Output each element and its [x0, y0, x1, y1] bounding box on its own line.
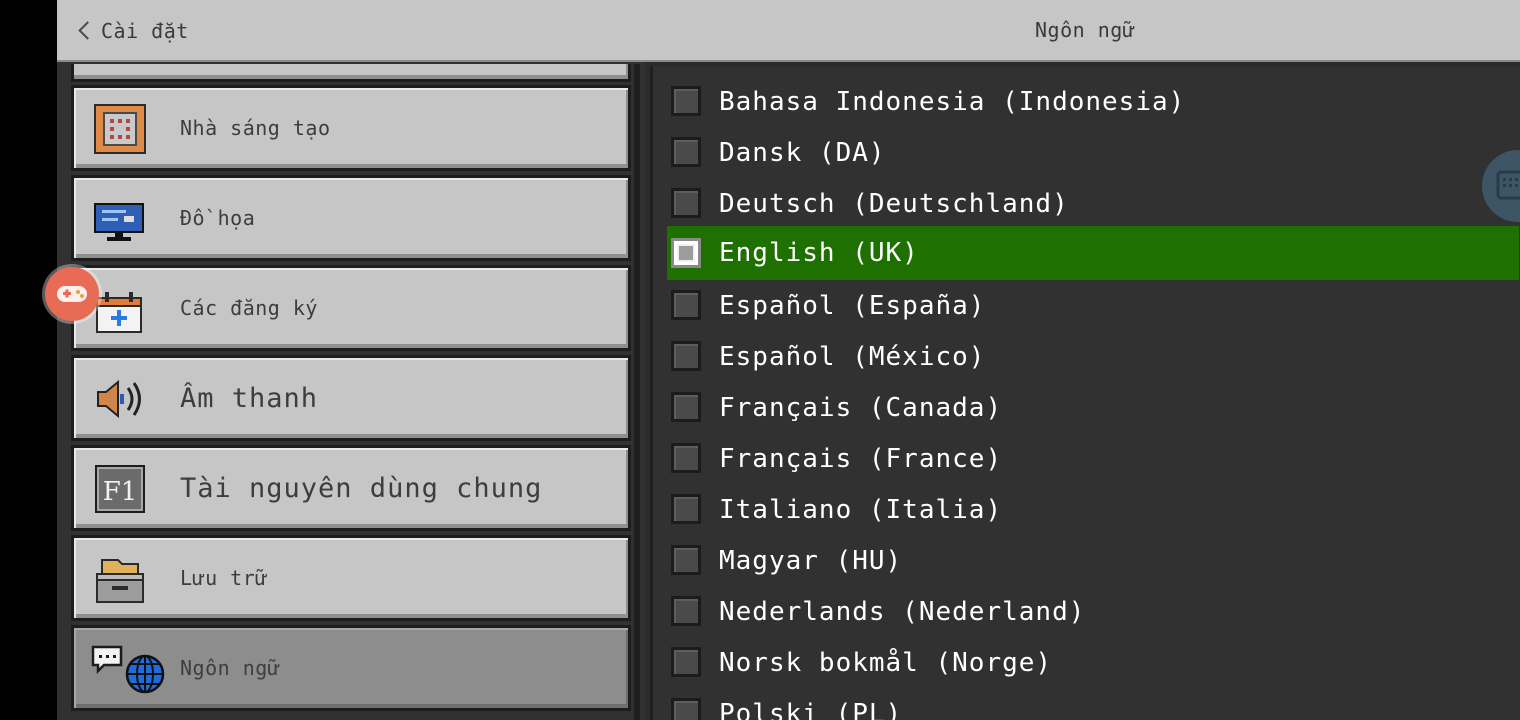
language-checkbox[interactable] — [671, 545, 701, 575]
sidebar-item-audio[interactable]: Âm thanh — [71, 355, 631, 441]
language-checkbox[interactable] — [671, 647, 701, 677]
page-title: Ngôn ngữ — [1035, 18, 1136, 42]
language-option-selected[interactable]: English (UK) — [667, 226, 1519, 280]
language-option[interactable]: Magyar (HU) — [667, 535, 1519, 586]
speaker-icon — [94, 374, 146, 424]
language-checkbox-checked[interactable] — [671, 238, 701, 268]
top-bar: Cài đặt Ngôn ngữ — [57, 0, 1520, 62]
language-checkbox[interactable] — [671, 392, 701, 422]
language-option[interactable]: Français (France) — [667, 433, 1519, 484]
language-list: Bahasa Indonesia (Indonesia) Dansk (DA) … — [650, 66, 1520, 720]
language-label: Bahasa Indonesia (Indonesia) — [719, 86, 1186, 117]
language-checkbox[interactable] — [671, 290, 701, 320]
language-label: Español (España) — [719, 290, 986, 321]
settings-window: Cài đặt Ngôn ngữ Nhà sáng tạo Đồ họa Các… — [57, 0, 1520, 720]
svg-text:F1: F1 — [103, 477, 138, 507]
sidebar-item-label: Lưu trữ — [180, 566, 268, 590]
language-checkbox[interactable] — [671, 596, 701, 626]
sidebar-scrollbar[interactable] — [634, 64, 640, 720]
language-label: Magyar (HU) — [719, 545, 903, 576]
storage-box-icon — [94, 554, 146, 604]
command-block-icon — [94, 104, 146, 154]
language-label: Italiano (Italia) — [719, 494, 1003, 525]
language-checkbox[interactable] — [671, 188, 701, 218]
language-label: Norsk bokmål (Norge) — [719, 647, 1053, 678]
language-option[interactable]: Polski (PL) — [667, 688, 1519, 720]
chevron-left-icon — [77, 20, 91, 42]
language-option[interactable]: Nederlands (Nederland) — [667, 586, 1519, 637]
language-label: Polski (PL) — [719, 698, 903, 720]
language-option[interactable]: Italiano (Italia) — [667, 484, 1519, 535]
language-option[interactable]: Norsk bokmål (Norge) — [667, 637, 1519, 688]
language-option[interactable]: Dansk (DA) — [667, 127, 1519, 178]
chat-globe-icon — [91, 644, 165, 694]
language-label: Dansk (DA) — [719, 137, 886, 168]
sidebar-item-label: Nhà sáng tạo — [180, 116, 331, 140]
language-checkbox[interactable] — [671, 341, 701, 371]
gamepad-icon — [57, 286, 87, 302]
language-label: Deutsch (Deutschland) — [719, 188, 1069, 219]
keyboard-toggle-bubble[interactable] — [1482, 150, 1520, 222]
sidebar-item-label: Ngôn ngữ — [180, 656, 281, 680]
monitor-icon — [94, 194, 146, 244]
language-label: Français (France) — [719, 443, 1003, 474]
language-checkbox[interactable] — [671, 698, 701, 720]
sidebar-item-label: Tài nguyên dùng chung — [180, 472, 543, 504]
language-label: Nederlands (Nederland) — [719, 596, 1086, 627]
sidebar-item-language[interactable]: Ngôn ngữ — [71, 625, 631, 711]
sidebar-item-label: Các đăng ký — [180, 296, 318, 320]
back-button[interactable]: Cài đặt — [77, 16, 189, 46]
language-checkbox[interactable] — [671, 494, 701, 524]
sidebar-item-subscriptions[interactable]: Các đăng ký — [71, 265, 631, 351]
back-label: Cài đặt — [101, 19, 189, 43]
language-checkbox[interactable] — [671, 443, 701, 473]
sidebar-item-label: Âm thanh — [180, 382, 319, 414]
language-option[interactable]: Bahasa Indonesia (Indonesia) — [667, 76, 1519, 127]
calendar-plus-icon — [94, 284, 146, 334]
sidebar-item-graphics[interactable]: Đồ họa — [71, 175, 631, 261]
game-assistant-bubble[interactable] — [45, 267, 99, 321]
language-option[interactable]: Español (México) — [667, 331, 1519, 382]
sidebar-item-partial[interactable] — [71, 64, 631, 82]
language-checkbox[interactable] — [671, 137, 701, 167]
sidebar-item-creator[interactable]: Nhà sáng tạo — [71, 85, 631, 171]
language-label: English (UK) — [719, 238, 919, 268]
sidebar-item-shared-resources[interactable]: F1 Tài nguyên dùng chung — [71, 445, 631, 531]
language-checkbox[interactable] — [671, 86, 701, 116]
sidebar-item-label: Đồ họa — [180, 206, 256, 230]
language-label: Español (México) — [719, 341, 986, 372]
sidebar-item-storage[interactable]: Lưu trữ — [71, 535, 631, 621]
language-option[interactable]: Español (España) — [667, 280, 1519, 331]
language-label: Français (Canada) — [719, 392, 1003, 423]
language-option[interactable]: Français (Canada) — [667, 382, 1519, 433]
language-option[interactable]: Deutsch (Deutschland) — [667, 178, 1519, 229]
keyboard-icon — [1496, 170, 1520, 200]
f1-key-icon: F1 — [94, 464, 146, 514]
